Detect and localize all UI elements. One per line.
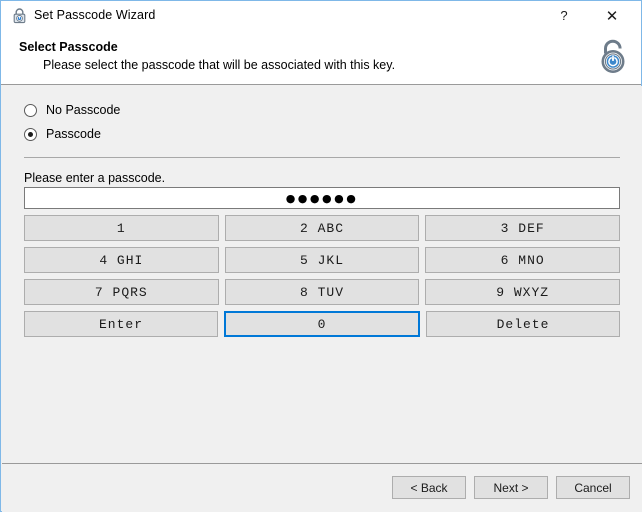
- radio-no-passcode-label: No Passcode: [46, 103, 121, 117]
- radio-no-passcode[interactable]: No Passcode: [24, 102, 120, 118]
- next-button[interactable]: Next >: [474, 476, 548, 499]
- key-enter[interactable]: Enter: [24, 311, 218, 337]
- key-4[interactable]: 4 GHI: [24, 247, 219, 273]
- page-title: Select Passcode: [19, 40, 118, 54]
- key-0[interactable]: 0: [224, 311, 420, 337]
- wizard-footer: < Back Next > Cancel: [2, 463, 642, 512]
- wizard-header: Select Passcode Please select the passco…: [1, 30, 641, 85]
- section-divider: [24, 157, 620, 158]
- keypad-row-4: Enter 0 Delete: [24, 311, 620, 337]
- passcode-masked-value: ●●●●●●: [285, 191, 359, 205]
- back-button[interactable]: < Back: [392, 476, 466, 499]
- close-button[interactable]: ✕: [591, 1, 633, 30]
- key-5[interactable]: 5 JKL: [224, 247, 420, 273]
- open-padlock-power-icon: [593, 36, 633, 76]
- cancel-button[interactable]: Cancel: [556, 476, 630, 499]
- padlock-icon: [11, 7, 28, 24]
- key-8[interactable]: 8 TUV: [224, 279, 420, 305]
- key-3[interactable]: 3 DEF: [425, 215, 621, 241]
- key-2[interactable]: 2 ABC: [224, 215, 420, 241]
- key-6[interactable]: 6 MNO: [425, 247, 621, 273]
- passcode-prompt-label: Please enter a passcode.: [24, 171, 166, 185]
- radio-passcode-label: Passcode: [46, 127, 101, 141]
- footer-button-group: < Back Next > Cancel: [392, 476, 630, 499]
- help-button[interactable]: ?: [543, 1, 585, 30]
- radio-passcode[interactable]: Passcode: [24, 126, 101, 142]
- window-title: Set Passcode Wizard: [34, 8, 156, 22]
- keypad-row-3: 7 PQRS 8 TUV 9 WXYZ: [24, 279, 621, 305]
- wizard-body: No Passcode Passcode Please enter a pass…: [2, 86, 642, 463]
- key-1[interactable]: 1: [24, 215, 219, 241]
- key-9[interactable]: 9 WXYZ: [425, 279, 621, 305]
- key-7[interactable]: 7 PQRS: [24, 279, 219, 305]
- passcode-input[interactable]: ●●●●●●: [24, 187, 620, 209]
- radio-no-passcode-indicator[interactable]: [24, 103, 37, 117]
- radio-passcode-indicator[interactable]: [24, 127, 37, 141]
- title-bar: Set Passcode Wizard ? ✕: [1, 1, 641, 30]
- keypad-row-1: 1 2 ABC 3 DEF: [24, 215, 621, 241]
- key-delete[interactable]: Delete: [426, 311, 620, 337]
- page-subtitle: Please select the passcode that will be …: [43, 58, 396, 72]
- keypad-row-2: 4 GHI 5 JKL 6 MNO: [24, 247, 621, 273]
- passcode-keypad: 1 2 ABC 3 DEF 4 GHI 5 JKL 6 MNO 7 PQRS 8…: [24, 215, 621, 343]
- set-passcode-wizard-window: Set Passcode Wizard ? ✕ Select Passcode …: [0, 0, 642, 512]
